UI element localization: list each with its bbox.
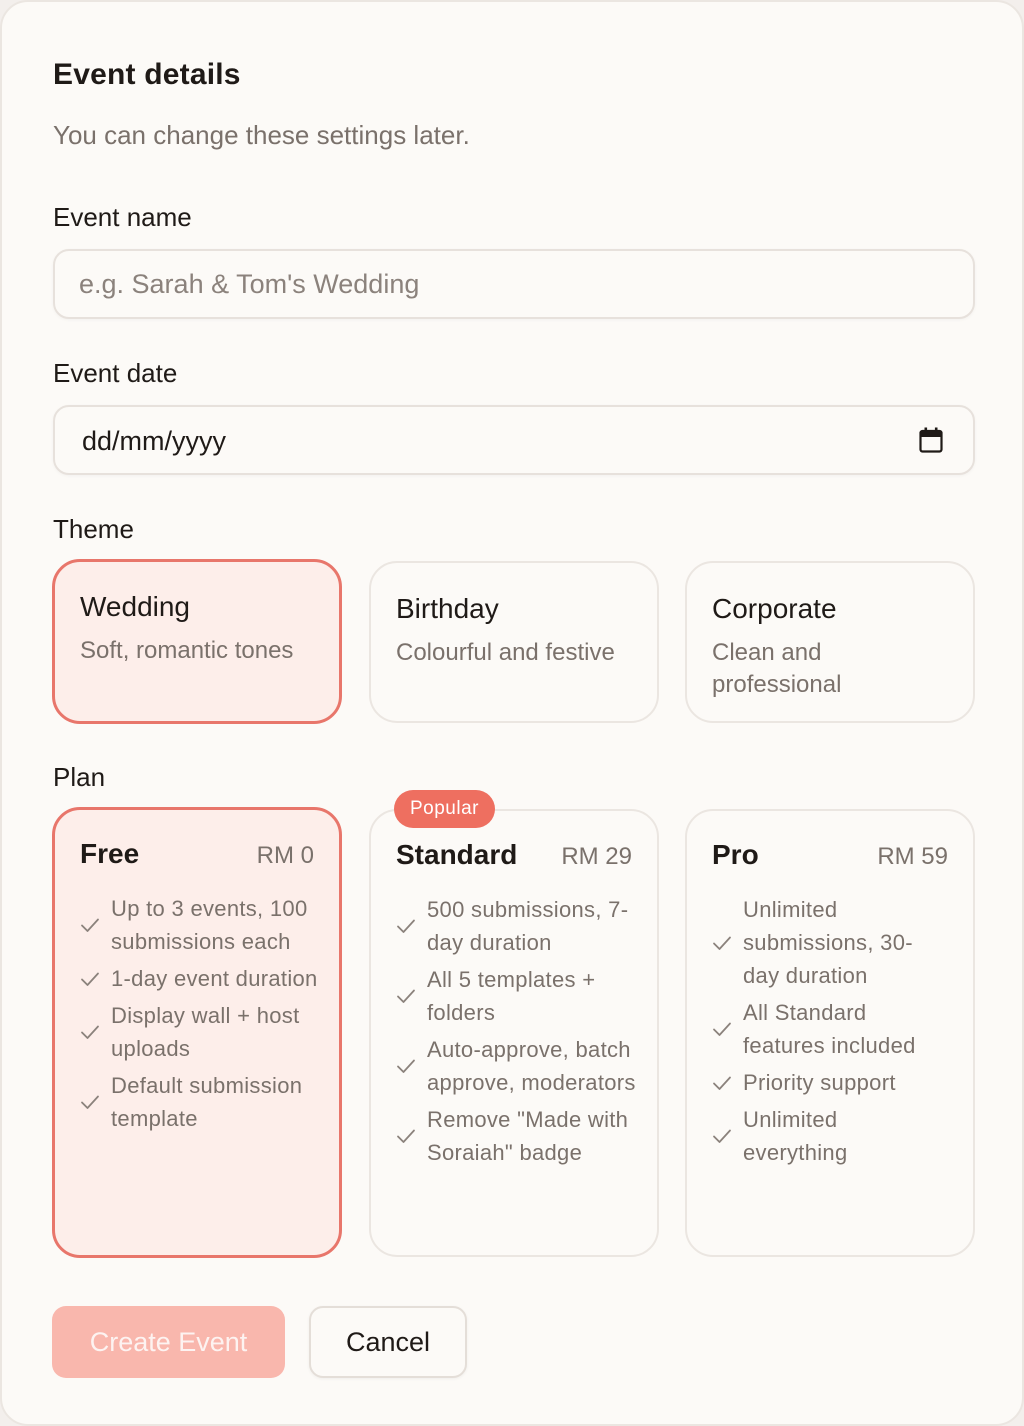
cancel-button[interactable]: Cancel	[309, 1306, 467, 1378]
plan-name: Standard	[396, 839, 518, 870]
feature-text: Unlimited everything	[743, 1107, 848, 1165]
feature-item: 500 submissions, 7-day duration	[396, 893, 641, 959]
feature-item: Default submission template	[80, 1069, 325, 1135]
popular-badge: Popular	[394, 790, 495, 828]
feature-item: Up to 3 events, 100 submissions each	[80, 892, 325, 958]
feature-text: 500 submissions, 7-day duration	[427, 897, 629, 955]
plan-name: Pro	[712, 839, 759, 870]
plan-option-standard[interactable]: Standard RM 29 500 submissions, 7-day du…	[369, 809, 659, 1257]
create-event-button[interactable]: Create Event	[52, 1306, 285, 1378]
event-date-value: dd/mm/yyyy	[82, 426, 227, 456]
theme-option-wedding[interactable]: Wedding Soft, romantic tones	[52, 559, 342, 724]
feature-list: 500 submissions, 7-day duration All 5 te…	[396, 893, 641, 1173]
check-icon	[397, 989, 415, 1003]
theme-description: Clean and professional	[712, 639, 842, 698]
feature-text: Default submission template	[111, 1073, 303, 1131]
theme-name: Birthday	[396, 593, 499, 624]
event-name-label: Event name	[53, 202, 192, 232]
feature-text: 1-day event duration	[111, 966, 318, 991]
check-icon	[81, 972, 99, 986]
theme-option-birthday[interactable]: Birthday Colourful and festive	[369, 561, 659, 723]
calendar-icon[interactable]	[919, 427, 943, 453]
check-icon	[713, 1022, 731, 1036]
check-icon	[397, 1059, 415, 1073]
theme-name: Wedding	[80, 591, 191, 622]
check-icon	[397, 919, 415, 933]
check-icon	[397, 1129, 415, 1143]
check-icon	[713, 936, 731, 950]
event-name-input[interactable]	[79, 251, 939, 317]
plan-label: Plan	[53, 762, 106, 792]
feature-item: Auto-approve, batch approve, moderators	[396, 1033, 641, 1099]
feature-text: All 5 templates + folders	[427, 967, 596, 1025]
theme-description: Colourful and festive	[396, 639, 615, 666]
check-icon	[81, 918, 99, 932]
check-icon	[81, 1025, 99, 1039]
event-name-field-wrapper	[53, 249, 975, 319]
plan-option-pro[interactable]: Pro RM 59 Unlimited submissions, 30-day …	[685, 809, 975, 1257]
plan-name: Free	[80, 838, 140, 869]
feature-text: Up to 3 events, 100 submissions each	[111, 896, 308, 954]
feature-item: Unlimited submissions, 30-day duration	[712, 893, 927, 992]
feature-text: Unlimited submissions, 30-day duration	[743, 897, 913, 988]
feature-text: Display wall + host uploads	[111, 1003, 300, 1061]
event-date-input[interactable]: dd/mm/yyyy	[53, 405, 975, 475]
check-icon	[713, 1076, 731, 1090]
feature-text: Priority support	[743, 1070, 896, 1095]
feature-list: Up to 3 events, 100 submissions each 1-d…	[80, 892, 325, 1139]
plan-option-free[interactable]: Free RM 0 Up to 3 events, 100 submission…	[52, 807, 342, 1258]
check-icon	[713, 1129, 731, 1143]
plan-price: RM 29	[561, 843, 632, 870]
theme-name: Corporate	[712, 593, 837, 624]
feature-list: Unlimited submissions, 30-day duration A…	[712, 893, 927, 1173]
theme-label: Theme	[53, 514, 134, 544]
feature-item: All Standard features included	[712, 996, 927, 1062]
feature-text: Auto-approve, batch approve, moderators	[427, 1037, 636, 1095]
feature-text: All Standard features included	[743, 1000, 916, 1058]
theme-description: Soft, romantic tones	[80, 637, 294, 664]
plan-price: RM 0	[256, 842, 314, 869]
feature-item: 1-day event duration	[80, 962, 325, 995]
event-date-label: Event date	[53, 358, 178, 388]
check-icon	[81, 1095, 99, 1109]
feature-item: Unlimited everything	[712, 1103, 927, 1169]
event-details-card: Event details You can change these setti…	[0, 0, 1024, 1426]
page-subtitle: You can change these settings later.	[53, 120, 470, 150]
feature-item: Remove "Made with Soraiah" badge	[396, 1103, 641, 1169]
feature-item: All 5 templates + folders	[396, 963, 641, 1029]
plan-price: RM 59	[877, 843, 948, 870]
theme-option-corporate[interactable]: Corporate Clean and professional	[685, 561, 975, 723]
page-title: Event details	[53, 58, 241, 91]
feature-text: Remove "Made with Soraiah" badge	[427, 1107, 629, 1165]
feature-item: Display wall + host uploads	[80, 999, 325, 1065]
feature-item: Priority support	[712, 1066, 927, 1099]
